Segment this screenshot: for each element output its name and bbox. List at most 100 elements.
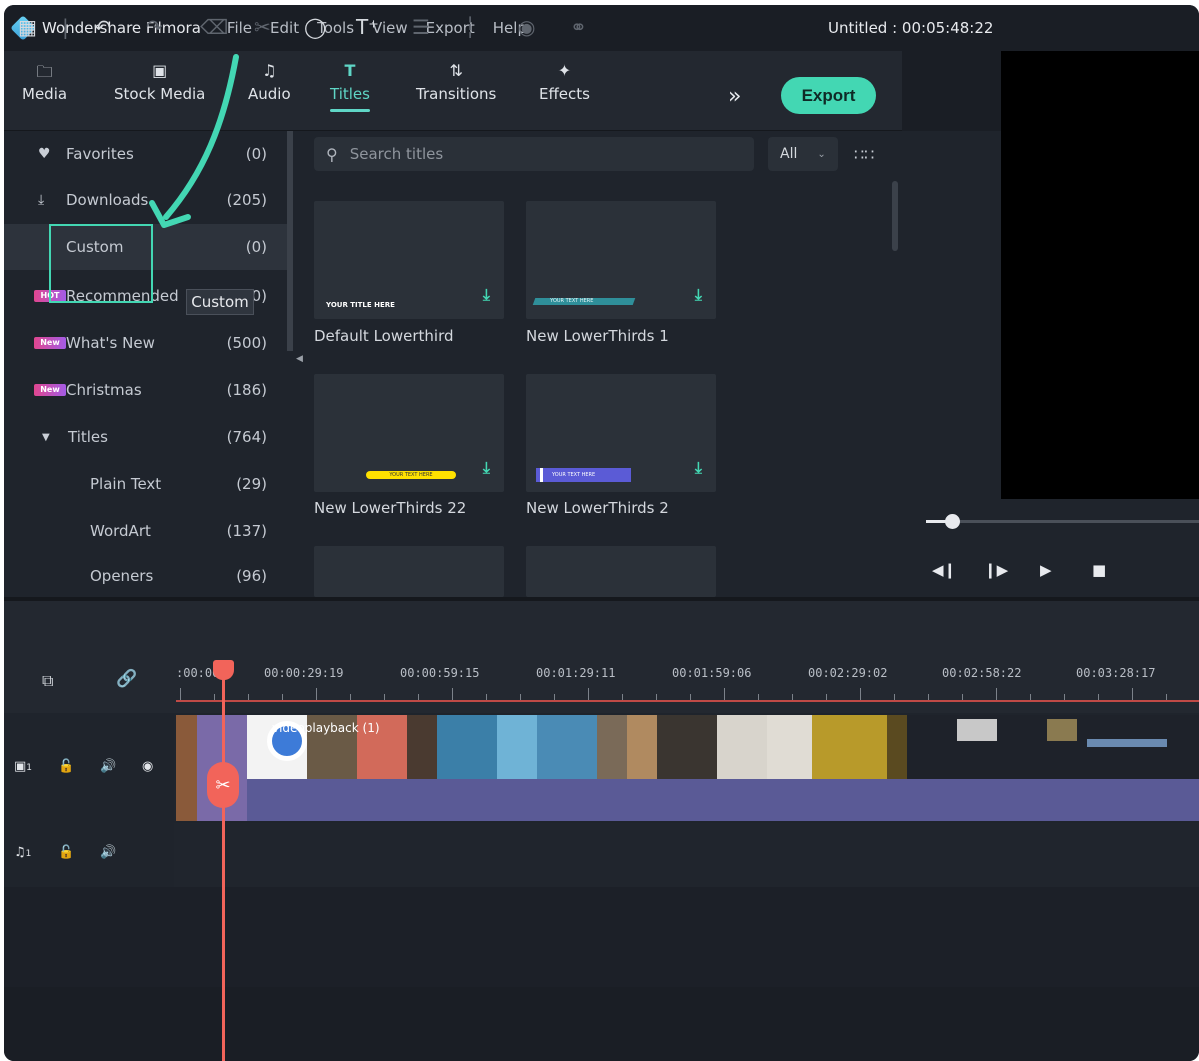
tag-icon[interactable]: ◯ bbox=[304, 15, 326, 39]
cut-icon[interactable]: ✂ bbox=[254, 15, 271, 39]
tab-effects[interactable]: ✦ Effects bbox=[539, 61, 590, 103]
menu-bar: File Edit Tools View Export Help bbox=[227, 19, 545, 37]
grid-view-icon[interactable]: ∷∷ bbox=[854, 145, 874, 164]
more-tabs-button[interactable]: » bbox=[728, 84, 741, 109]
search-icon: ⚲ bbox=[326, 144, 338, 164]
category-filter-select[interactable]: All ⌄ bbox=[768, 137, 838, 171]
ruler-tick bbox=[588, 688, 589, 700]
add-text-icon[interactable]: T⁺ bbox=[356, 15, 379, 39]
download-icon[interactable]: ⤓ bbox=[483, 285, 490, 305]
title-card[interactable] bbox=[314, 546, 504, 597]
redo-icon[interactable]: ↷ bbox=[146, 15, 163, 39]
heart-icon: ♥ bbox=[38, 146, 51, 162]
chevron-down-icon: ⌄ bbox=[817, 148, 826, 160]
layout-icon[interactable]: ▦ bbox=[18, 15, 37, 39]
separator-icon: | bbox=[62, 15, 69, 39]
audio-track-icon: ♫1 bbox=[14, 845, 32, 860]
title-overlay: YOUR TITLE HERE bbox=[326, 301, 395, 309]
video-preview bbox=[1001, 51, 1199, 499]
ruler-tick bbox=[860, 688, 861, 700]
sidebar-item-whats-new[interactable]: New What's New (500) bbox=[4, 320, 287, 366]
tab-transitions[interactable]: ⇅ Transitions bbox=[416, 61, 496, 103]
document-title: Untitled : 00:05:48:22 bbox=[828, 19, 994, 37]
split-audio-icon[interactable]: ┆ bbox=[464, 15, 476, 39]
ruler-tick bbox=[180, 688, 181, 700]
menu-edit[interactable]: Edit bbox=[270, 19, 299, 37]
download-icon[interactable]: ⤓ bbox=[483, 458, 490, 478]
filmora-window: Wondershare Filmora File Edit Tools View… bbox=[4, 5, 1199, 1061]
sidebar-item-christmas[interactable]: New Christmas (186) bbox=[4, 367, 287, 413]
add-track-icon[interactable]: ⧉ bbox=[42, 671, 53, 691]
title-card-new-lowerthirds-1[interactable]: YOUR TEXT HERE ⤓ bbox=[526, 201, 716, 319]
adjust-icon[interactable]: ☰ bbox=[412, 15, 430, 39]
sidebar-item-openers[interactable]: Openers (96) bbox=[4, 555, 287, 597]
audio-track[interactable] bbox=[174, 823, 1199, 887]
video-clip-bar[interactable] bbox=[247, 779, 1199, 821]
search-placeholder: Search titles bbox=[349, 145, 444, 163]
title-card-new-lowerthirds-22[interactable]: YOUR TEXT HERE ⤓ bbox=[314, 374, 504, 492]
title-bar: Wondershare Filmora File Edit Tools View… bbox=[4, 5, 1199, 51]
search-input[interactable]: ⚲ Search titles bbox=[314, 137, 754, 171]
card-title: New LowerThirds 2 bbox=[526, 499, 669, 517]
link-icon[interactable]: 🔗 bbox=[116, 669, 137, 689]
sidebar-item-plain-text[interactable]: Plain Text (29) bbox=[4, 461, 287, 507]
video-track-icon: ▣1 bbox=[14, 759, 33, 774]
ruler-timecode: 00:02:29:02 bbox=[808, 666, 888, 680]
mute-icon[interactable]: 🔊 bbox=[100, 759, 116, 774]
timeline-ruler[interactable] bbox=[4, 651, 1199, 713]
titles-scrollbar[interactable] bbox=[892, 181, 898, 251]
video-clip-thumbnails[interactable] bbox=[247, 715, 1199, 779]
export-button[interactable]: Export bbox=[781, 77, 876, 114]
scissors-icon[interactable]: ✂ bbox=[207, 762, 239, 808]
lock-icon[interactable]: 🔓 bbox=[58, 759, 74, 774]
playhead-handle[interactable] bbox=[213, 660, 234, 680]
tab-media[interactable]: 🗀 Media bbox=[22, 61, 67, 103]
new-badge: New bbox=[34, 337, 66, 349]
folder-icon: 🗀 bbox=[36, 62, 53, 81]
video-track-header: ▣1 🔓 🔊 ◉ bbox=[4, 715, 174, 821]
preview-scrub-handle[interactable] bbox=[945, 514, 960, 529]
ruler-tick bbox=[996, 688, 997, 700]
eye-icon[interactable]: ◉ bbox=[142, 759, 153, 774]
clip-name: videoplayback (1) bbox=[272, 721, 380, 735]
transitions-icon: ⇅ bbox=[449, 61, 463, 80]
empty-track-area[interactable] bbox=[4, 887, 1199, 987]
audio-track-header: ♫1 🔓 🔊 bbox=[4, 823, 174, 887]
annotation-arrow-icon bbox=[149, 54, 239, 228]
sidebar-item-titles[interactable]: ▼ Titles (764) bbox=[4, 414, 287, 460]
timeline-toolbar bbox=[4, 601, 1199, 651]
tab-audio[interactable]: ♫ Audio bbox=[248, 61, 291, 103]
menu-file[interactable]: File bbox=[227, 19, 252, 37]
title-card[interactable] bbox=[526, 546, 716, 597]
playhead-line[interactable] bbox=[222, 665, 225, 1061]
timeline-bottom-area[interactable] bbox=[4, 987, 1199, 1061]
play-icon[interactable]: ▶ bbox=[1040, 561, 1052, 579]
tab-titles[interactable]: T Titles bbox=[330, 61, 370, 112]
timeline-clip[interactable] bbox=[176, 715, 198, 821]
color-icon[interactable]: ◉ bbox=[518, 15, 535, 39]
ruler-tick bbox=[316, 688, 317, 700]
collapse-sidebar-icon[interactable]: ◀ bbox=[296, 354, 303, 364]
custom-highlight-box bbox=[49, 224, 153, 303]
previous-frame-icon[interactable]: ◀❙ bbox=[932, 561, 956, 579]
download-icon[interactable]: ⤓ bbox=[695, 458, 702, 478]
title-card-new-lowerthirds-2[interactable]: YOUR TEXT HERE ⤓ bbox=[526, 374, 716, 492]
ruler-timecode: 00:00:29:19 bbox=[264, 666, 344, 680]
ruler-timecode: 00:03:28:17 bbox=[1076, 666, 1156, 680]
effects-icon: ✦ bbox=[557, 61, 572, 80]
undo-icon[interactable]: ↶ bbox=[94, 15, 111, 39]
next-frame-icon[interactable]: ❙▶ bbox=[984, 561, 1008, 579]
mute-icon[interactable]: 🔊 bbox=[100, 845, 116, 860]
title-card-default-lowerthird[interactable]: YOUR TITLE HERE ⤓ bbox=[314, 201, 504, 319]
download-icon: ⤓ bbox=[38, 192, 45, 208]
lock-icon[interactable]: 🔓 bbox=[58, 845, 74, 860]
speed-icon[interactable]: ⚭ bbox=[570, 15, 587, 39]
sidebar-item-wordart[interactable]: WordArt (137) bbox=[4, 508, 287, 554]
delete-icon[interactable]: ⌫ bbox=[200, 15, 228, 39]
stop-icon[interactable]: ■ bbox=[1092, 561, 1106, 579]
download-icon[interactable]: ⤓ bbox=[695, 285, 702, 305]
title-t-icon: T bbox=[344, 61, 356, 80]
ruler-timecode: 00:02:58:22 bbox=[942, 666, 1022, 680]
sidebar-scrollbar[interactable] bbox=[287, 131, 293, 351]
preview-scrub-track[interactable] bbox=[926, 520, 1199, 523]
